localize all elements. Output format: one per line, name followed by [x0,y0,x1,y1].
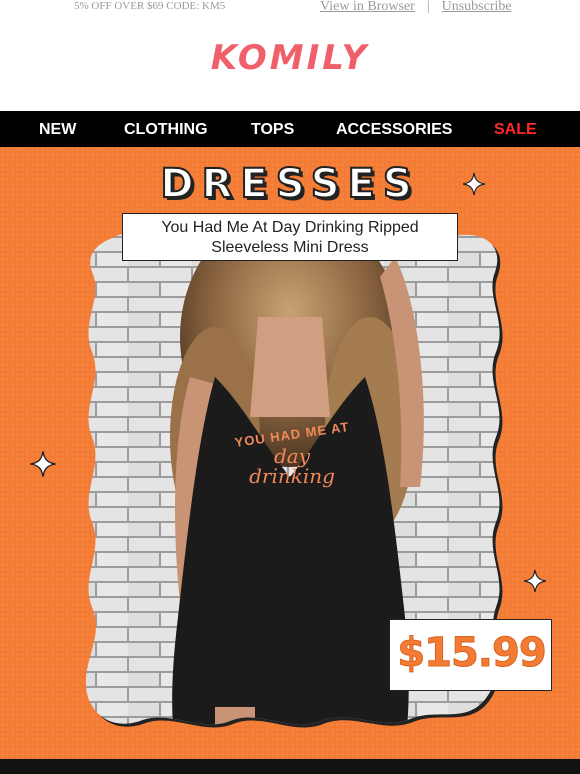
sparkle-icon [462,172,486,196]
unsubscribe-link[interactable]: Unsubscribe [442,0,512,14]
hero-banner[interactable]: YOU HAD ME AT day drinking DRESSES You H… [0,147,580,759]
nav-item-new[interactable]: NEW [39,111,76,147]
top-bar: 5% OFF OVER $69 CODE: KM5 View in Browse… [0,0,580,26]
shirt-text-line3: drinking [249,464,335,488]
view-in-browser-link[interactable]: View in Browser [320,0,415,14]
brand-logo[interactable]: KOMILY [0,38,580,78]
product-name-box[interactable]: You Had Me At Day Drinking Ripped Sleeve… [122,213,458,261]
price-tag[interactable]: $15.99 [389,619,552,691]
price-value: $15.99 [397,630,547,677]
sparkle-icon [30,451,56,477]
link-separator: | [426,0,430,14]
nav-item-accessories[interactable]: ACCESSORIES [336,111,452,147]
top-links: View in Browser | Unsubscribe [320,0,512,15]
nav-item-tops[interactable]: TOPS [251,111,294,147]
nav-item-sale[interactable]: SALE [494,111,537,147]
bottom-strip [0,759,580,774]
nav-item-clothing[interactable]: CLOTHING [124,111,208,147]
product-name-line1: You Had Me At Day Drinking Ripped [161,219,419,236]
product-name-line2: Sleeveless Mini Dress [211,239,369,256]
promo-code-text: 5% OFF OVER $69 CODE: KM5 [74,0,226,12]
sparkle-icon [523,569,547,593]
main-nav: NEW CLOTHING TOPS ACCESSORIES SALE [0,111,580,147]
shirt-print: YOU HAD ME AT day drinking [222,419,362,488]
category-title: DRESSES [159,160,420,208]
